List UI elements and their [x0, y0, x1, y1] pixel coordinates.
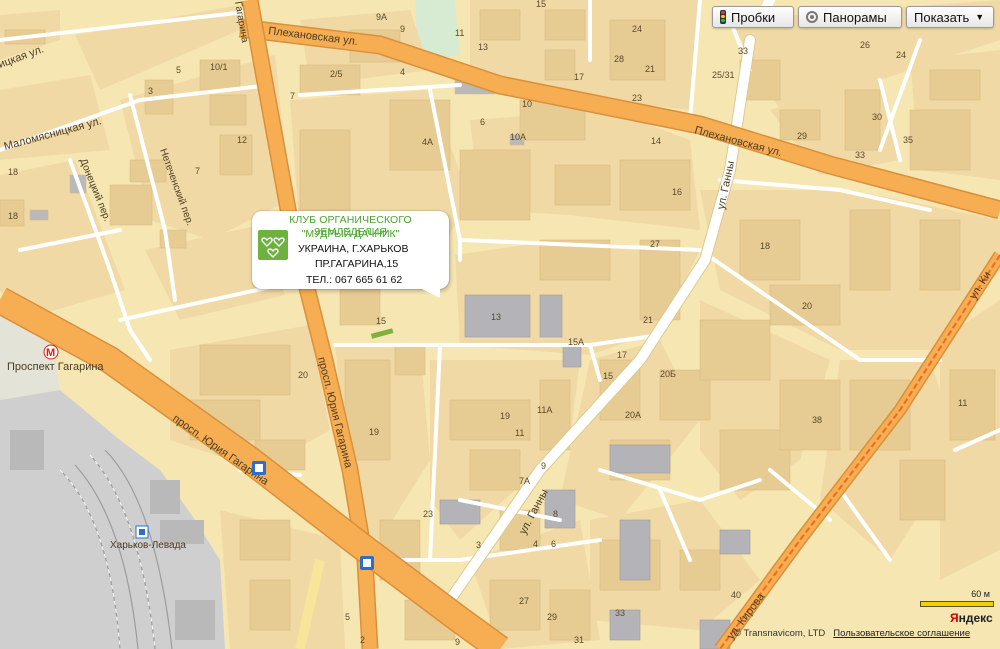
- house-number: 38: [812, 415, 822, 425]
- house-number: 5: [176, 65, 181, 75]
- house-number: 3: [148, 86, 153, 96]
- house-number: 30: [872, 112, 882, 122]
- house-number: 15: [603, 371, 613, 381]
- railway-station-icon: [135, 525, 149, 539]
- house-number: 10: [522, 99, 532, 109]
- club-logo-icon: [258, 230, 288, 260]
- bus-stop-icon: [252, 461, 266, 475]
- house-number: 28: [614, 54, 624, 64]
- house-number: 17: [617, 350, 627, 360]
- popup-address-street: ПР.ГАГАРИНА,15: [315, 258, 399, 270]
- house-number: 27: [519, 596, 529, 606]
- house-number: 4: [400, 67, 405, 77]
- house-number: 20A: [625, 410, 641, 420]
- house-number: 9: [541, 461, 546, 471]
- house-number: 21: [643, 315, 653, 325]
- house-number: 6: [480, 117, 485, 127]
- terms-link[interactable]: Пользовательское соглашение: [833, 628, 970, 639]
- house-number: 7A: [519, 476, 530, 486]
- house-number: 6: [551, 539, 556, 549]
- scale-label: 60 м: [971, 589, 990, 599]
- panoramas-button-label: Панорамы: [823, 9, 887, 25]
- house-number: 9: [455, 637, 460, 647]
- house-number: 20: [802, 301, 812, 311]
- attribution: © Transnavicom, LTD Пользовательское согл…: [734, 628, 970, 639]
- house-number: 10/1: [210, 62, 228, 72]
- house-number: 7: [290, 91, 295, 101]
- house-number: 2: [360, 635, 365, 645]
- house-number: 11: [958, 398, 967, 408]
- house-number: 9: [400, 24, 405, 34]
- house-number: 13: [478, 42, 488, 52]
- scale-bar: 60 м: [920, 589, 996, 609]
- chevron-down-icon: ▼: [975, 12, 985, 22]
- house-number: 24: [896, 50, 906, 60]
- metro-icon: M: [43, 344, 59, 360]
- show-dropdown-label: Показать: [914, 9, 970, 25]
- house-number: 33: [615, 608, 625, 618]
- house-number: 33: [855, 150, 865, 160]
- house-number: 14: [651, 136, 661, 146]
- panoramas-button[interactable]: Панорамы: [798, 6, 902, 28]
- house-number: 17: [574, 72, 584, 82]
- traffic-light-icon: [720, 10, 726, 24]
- railway-station-label: Харьков-Левада: [110, 540, 186, 551]
- house-number: 7: [195, 166, 200, 176]
- house-number: 9A: [376, 12, 387, 22]
- house-number: 11A: [537, 405, 552, 415]
- svg-text:M: M: [46, 347, 55, 359]
- house-number: 23: [423, 509, 433, 519]
- house-number: 31: [574, 635, 584, 645]
- house-number: 3: [476, 540, 481, 550]
- house-number: 18: [8, 167, 18, 177]
- house-number: 26: [860, 40, 870, 50]
- map-canvas[interactable]: Плехановская ул. Плехановская ул. просп.…: [0, 0, 1000, 649]
- house-number: 35: [903, 135, 913, 145]
- house-number: 29: [547, 612, 557, 622]
- traffic-button-label: Пробки: [731, 9, 776, 25]
- house-number: 8: [553, 509, 558, 519]
- house-number: 11: [515, 428, 524, 438]
- house-number: 18: [8, 211, 18, 221]
- house-number: 4: [533, 539, 538, 549]
- yandex-logo[interactable]: Яндекс: [950, 611, 993, 625]
- house-number: 23: [632, 93, 642, 103]
- house-number: 20: [298, 370, 308, 380]
- house-number: 20Б: [660, 369, 676, 379]
- popup-phone: ТЕЛ.: 067 665 61 62: [306, 274, 403, 286]
- house-number: 15A: [568, 337, 584, 347]
- metro-station-label: Проспект Гагарина: [7, 361, 104, 373]
- house-number: 40: [731, 590, 741, 600]
- house-number: 19: [500, 411, 510, 421]
- house-number: 19: [369, 427, 379, 437]
- house-number: 10A: [510, 132, 526, 142]
- show-dropdown[interactable]: Показать ▼: [906, 6, 994, 28]
- traffic-button[interactable]: Пробки: [712, 6, 794, 28]
- house-number: 33: [738, 46, 748, 56]
- house-number: 18: [760, 241, 770, 251]
- house-number: 11: [455, 28, 464, 38]
- house-number: 27: [650, 239, 660, 249]
- house-number: 21: [645, 64, 655, 74]
- location-popup[interactable]: КЛУБ ОРГАНИЧЕСКОГО ЗЕМЛЕДЕЛИЯ "МУДРЫЙ ДА…: [252, 211, 449, 298]
- scale-line: [920, 601, 994, 607]
- popup-address-country: УКРАИНА, Г.ХАРЬКОВ: [298, 243, 409, 255]
- house-number: 13: [491, 312, 501, 322]
- bus-stop-icon: [360, 556, 374, 570]
- house-number: 12: [237, 135, 247, 145]
- popup-tail: [418, 287, 440, 298]
- house-number: 2/5: [330, 69, 343, 79]
- house-number: 15: [536, 0, 546, 9]
- house-number: 4A: [422, 137, 433, 147]
- house-number: 16: [672, 187, 682, 197]
- house-number: 5: [345, 612, 350, 622]
- house-number: 29: [797, 131, 807, 141]
- panorama-icon: [806, 11, 818, 23]
- house-number: 24: [632, 24, 642, 34]
- house-number: 25/31: [712, 70, 735, 80]
- house-number: 15: [376, 316, 386, 326]
- copyright-text: © Transnavicom, LTD: [734, 628, 826, 639]
